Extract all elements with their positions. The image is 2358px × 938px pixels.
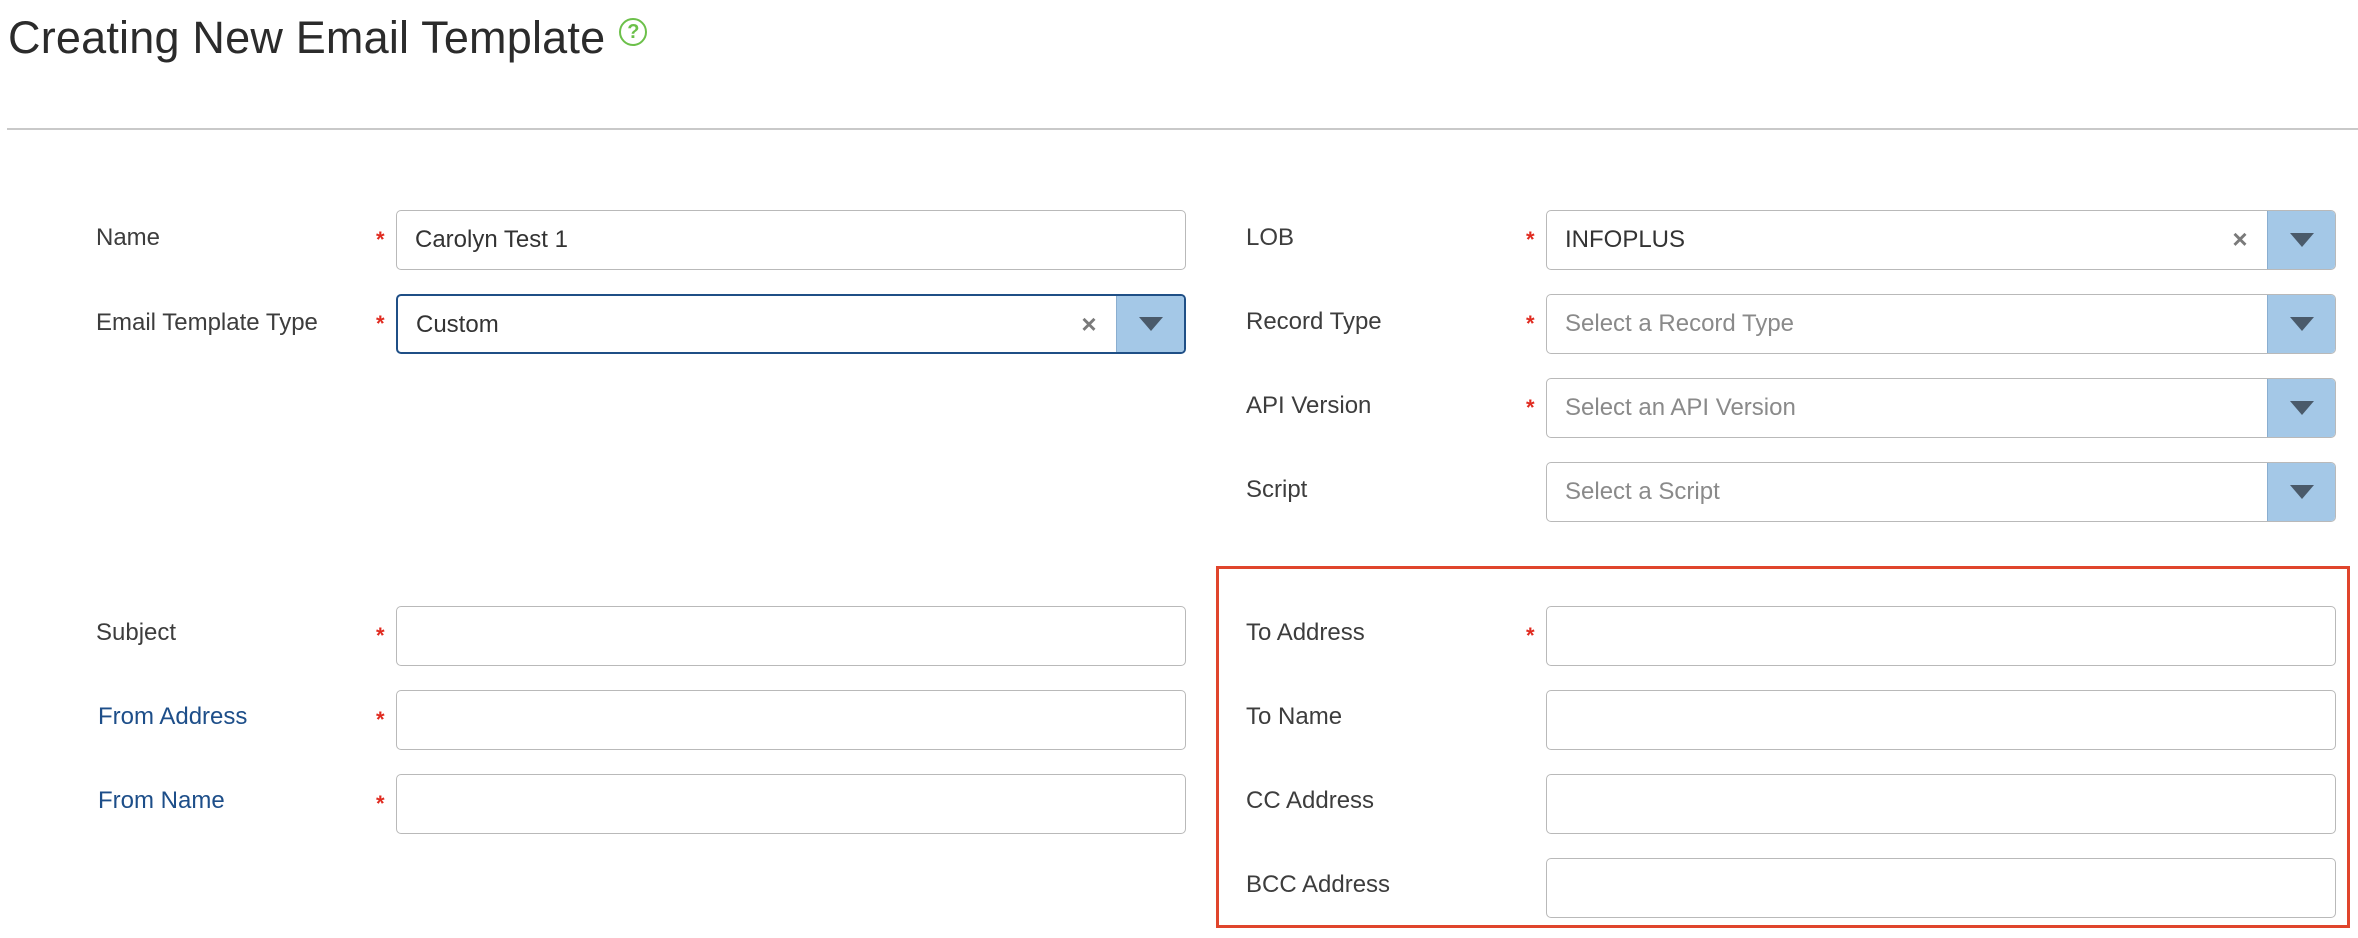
- script-placeholder: Select a Script: [1565, 478, 1720, 505]
- record-type-label: Record Type: [1246, 308, 1382, 335]
- from-address-required-marker: *: [376, 707, 385, 732]
- bcc-address-input[interactable]: [1546, 858, 2336, 918]
- clear-icon[interactable]: ×: [1074, 296, 1104, 352]
- record-type-required-marker: *: [1526, 311, 1535, 336]
- cc-address-input[interactable]: [1546, 774, 2336, 834]
- to-name-label: To Name: [1246, 703, 1343, 730]
- name-required-marker: *: [376, 227, 385, 252]
- page-title: Creating New Email Template: [8, 12, 606, 63]
- chevron-down-icon: [2289, 317, 2314, 331]
- question-circle-icon[interactable]: ?: [619, 18, 648, 46]
- page-header: Creating New Email Template ?: [8, 8, 648, 68]
- lob-required-marker: *: [1526, 227, 1535, 252]
- bcc-address-label: BCC Address: [1246, 871, 1391, 898]
- email-template-type-value: Custom: [416, 311, 499, 338]
- chevron-down-icon: [2289, 401, 2314, 415]
- lob-dropdown-button[interactable]: [2267, 211, 2335, 269]
- script-select[interactable]: Select a Script: [1546, 462, 2336, 522]
- from-name-input[interactable]: [396, 774, 1186, 834]
- api-version-required-marker: *: [1526, 395, 1535, 420]
- to-address-input[interactable]: [1546, 606, 2336, 666]
- from-name-required-marker: *: [376, 791, 385, 816]
- chevron-down-icon: [2289, 485, 2314, 499]
- record-type-dropdown-button[interactable]: [2267, 295, 2335, 353]
- clear-icon[interactable]: ×: [2225, 211, 2255, 268]
- from-address-link[interactable]: From Address: [98, 687, 247, 747]
- subject-input[interactable]: [396, 606, 1186, 666]
- chevron-down-icon: [1138, 317, 1163, 331]
- from-name-link[interactable]: From Name: [98, 771, 225, 831]
- lob-value: INFOPLUS: [1565, 226, 1686, 253]
- api-version-dropdown-button[interactable]: [2267, 379, 2335, 437]
- cc-address-label: CC Address: [1246, 787, 1375, 814]
- record-type-placeholder: Select a Record Type: [1565, 310, 1795, 337]
- script-label: Script: [1246, 476, 1308, 503]
- subject-required-marker: *: [376, 623, 385, 648]
- lob-select[interactable]: INFOPLUS ×: [1546, 210, 2336, 270]
- to-address-label: To Address: [1246, 619, 1365, 646]
- api-version-select[interactable]: Select an API Version: [1546, 378, 2336, 438]
- chevron-down-icon: [2289, 233, 2314, 247]
- subject-label: Subject: [96, 619, 177, 646]
- api-version-label: API Version: [1246, 392, 1372, 419]
- name-label: Name: [96, 224, 161, 251]
- lob-label: LOB: [1246, 224, 1295, 251]
- email-template-type-select[interactable]: Custom ×: [396, 294, 1186, 354]
- from-address-input[interactable]: [396, 690, 1186, 750]
- email-template-type-label: Email Template Type: [96, 309, 318, 336]
- to-name-input[interactable]: [1546, 690, 2336, 750]
- record-type-select[interactable]: Select a Record Type: [1546, 294, 2336, 354]
- name-input[interactable]: [396, 210, 1186, 270]
- email-template-type-dropdown-button[interactable]: [1116, 296, 1184, 352]
- script-dropdown-button[interactable]: [2267, 463, 2335, 521]
- to-address-required-marker: *: [1526, 623, 1535, 648]
- api-version-placeholder: Select an API Version: [1565, 394, 1796, 421]
- email-template-type-required-marker: *: [376, 311, 385, 336]
- header-divider: [7, 128, 2358, 130]
